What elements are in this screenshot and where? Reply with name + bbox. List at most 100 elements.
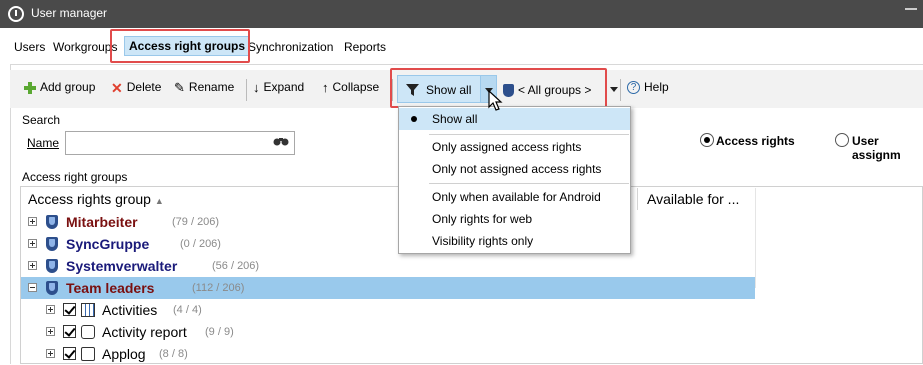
expand-button[interactable]: ↓ Expand (253, 80, 304, 95)
grid-icon (81, 303, 95, 317)
shield-icon (46, 237, 58, 251)
item-count: (9 / 9) (205, 326, 234, 338)
collapse-label: Collapse (332, 80, 380, 94)
toolbar-separator (246, 79, 247, 101)
group-name: SyncGruppe (66, 236, 150, 252)
title-bar: User manager (0, 0, 923, 28)
dropdown-item-label: Only assigned access rights (432, 140, 582, 154)
clock-icon (8, 6, 24, 22)
minimize-icon[interactable] (905, 8, 917, 10)
group-name: Systemverwalter (66, 258, 178, 274)
rename-label: Rename (188, 80, 235, 95)
log-icon (81, 347, 95, 361)
name-label: Name (27, 136, 60, 150)
expand-toggle-icon[interactable] (28, 239, 37, 248)
user-assignments-radio[interactable] (835, 133, 849, 147)
tree-row-group-selected[interactable]: Team leaders (112 / 206) (21, 277, 755, 299)
tree-row-item[interactable]: Applog (8 / 8) (21, 343, 755, 365)
collapse-button[interactable]: ↑ Collapse (322, 80, 379, 95)
tree-row-item[interactable]: Activities (4 / 4) (21, 299, 755, 321)
group-name: Team leaders (66, 280, 155, 296)
shield-icon (46, 281, 58, 295)
menu-users[interactable]: Users (14, 40, 45, 54)
collapse-icon: ↑ (322, 80, 329, 96)
tree-row-group[interactable]: Systemverwalter (56 / 206) (21, 255, 755, 277)
delete-icon: ✕ (111, 79, 123, 96)
dropdown-item-web[interactable]: Only rights for web (399, 208, 630, 230)
groups-dropdown-arrow[interactable] (610, 87, 618, 92)
group-count: (0 / 206) (180, 238, 221, 250)
shield-icon (46, 259, 58, 273)
item-name: Activities (102, 302, 158, 318)
column-divider (637, 188, 638, 210)
tree-row-item[interactable]: Activity report (9 / 9) (21, 321, 755, 343)
window-title: User manager (31, 6, 108, 20)
show-all-dropdown-menu: Show all Only assigned access rights Onl… (398, 106, 631, 254)
expand-icon: ↓ (253, 80, 260, 96)
expand-toggle-icon[interactable] (46, 305, 55, 314)
expand-toggle-icon[interactable] (28, 261, 37, 270)
item-count: (8 / 8) (159, 348, 188, 360)
access-right-groups-label: Access right groups (22, 170, 128, 184)
column-divider (755, 188, 756, 288)
help-label: Help (644, 80, 669, 94)
dropdown-item-only-assigned[interactable]: Only assigned access rights (399, 136, 630, 158)
item-checkbox[interactable] (63, 303, 76, 316)
highlight-box-menu (110, 29, 250, 63)
menu-synchronization[interactable]: Synchronization (248, 40, 333, 54)
column-header-group-label: Access rights group (28, 191, 151, 207)
search-section-label: Search (22, 113, 61, 127)
delete-label: Delete (126, 80, 162, 94)
mouse-cursor-icon (488, 90, 503, 111)
item-name: Activity report (102, 324, 187, 340)
selected-bullet-icon (411, 116, 417, 122)
group-count: (112 / 206) (192, 282, 245, 294)
plus-icon (24, 81, 36, 94)
dropdown-item-label: Only not assigned access rights (432, 162, 602, 176)
dropdown-item-label: Show all (432, 112, 478, 126)
name-search-input[interactable] (65, 131, 295, 155)
expand-toggle-icon[interactable] (46, 327, 55, 336)
sort-asc-icon: ▲ (154, 196, 164, 206)
item-checkbox[interactable] (63, 325, 76, 338)
delete-button[interactable]: ✕ Delete (111, 79, 162, 96)
item-count: (4 / 4) (173, 304, 202, 316)
report-icon (81, 325, 95, 339)
user-assignments-radio-label: User assignm (852, 134, 901, 162)
rename-button[interactable]: ✎ Rename (174, 80, 234, 96)
column-header-available[interactable]: Available for ... (647, 191, 739, 207)
dropdown-item-label: Only when available for Android (432, 190, 601, 204)
dropdown-item-show-all[interactable]: Show all (399, 108, 630, 130)
dropdown-separator (429, 183, 629, 184)
access-rights-radio[interactable] (700, 133, 714, 147)
add-group-label: Add group (40, 80, 96, 94)
dropdown-item-label: Only rights for web (432, 212, 533, 226)
tree-row-group[interactable]: SyncGruppe (0 / 206) (21, 233, 755, 255)
rename-icon: ✎ (174, 80, 185, 95)
toolbar-separator (620, 79, 621, 101)
item-checkbox[interactable] (63, 347, 76, 360)
group-count: (56 / 206) (212, 260, 260, 272)
help-button[interactable]: ? Help (627, 80, 669, 95)
expand-toggle-icon[interactable] (28, 217, 37, 226)
dropdown-separator (429, 134, 629, 135)
column-header-group[interactable]: Access rights group ▲ (28, 191, 164, 207)
dropdown-item-label: Visibility rights only (432, 234, 534, 248)
dropdown-item-android[interactable]: Only when available for Android (399, 186, 630, 208)
tree-row-group[interactable]: Mitarbeiter (79 / 206) (21, 211, 755, 233)
dropdown-item-visibility[interactable]: Visibility rights only (399, 230, 630, 252)
help-icon: ? (627, 81, 640, 95)
add-group-button[interactable]: Add group (24, 80, 95, 94)
menu-workgroups[interactable]: Workgroups (53, 40, 117, 54)
expand-toggle-icon[interactable] (46, 349, 55, 358)
group-count: (79 / 206) (172, 216, 220, 228)
item-name: Applog (102, 346, 146, 362)
shield-icon (46, 215, 58, 229)
dropdown-item-only-not-assigned[interactable]: Only not assigned access rights (399, 158, 630, 180)
expand-label: Expand (263, 80, 305, 94)
menu-reports[interactable]: Reports (344, 40, 386, 54)
binoculars-icon[interactable] (273, 136, 289, 146)
access-rights-radio-label: Access rights (716, 134, 795, 148)
collapse-toggle-icon[interactable] (28, 283, 37, 292)
group-name: Mitarbeiter (66, 214, 138, 230)
